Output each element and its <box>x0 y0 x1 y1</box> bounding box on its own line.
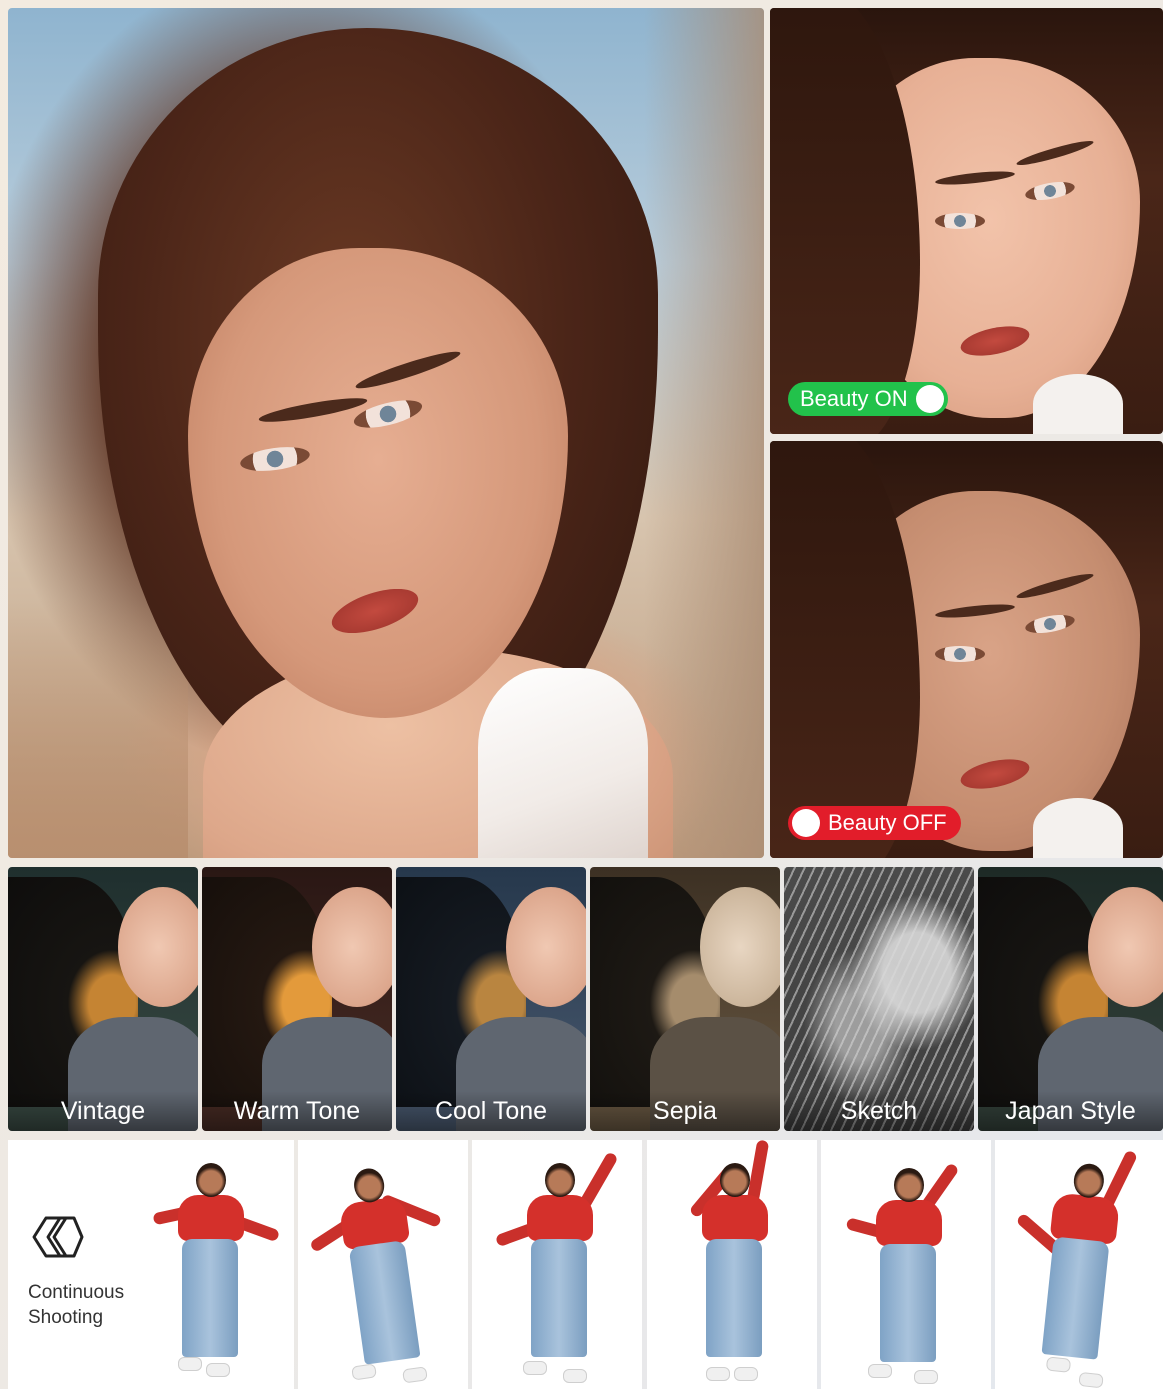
beauty-on-photo <box>770 8 1163 434</box>
girl-face <box>700 887 780 1007</box>
jeans <box>531 1239 587 1357</box>
continuous-shooting-tile: Continuous Shooting <box>8 1140 294 1389</box>
dancer <box>148 1145 281 1385</box>
shoe <box>206 1363 230 1377</box>
jeans <box>706 1239 762 1357</box>
filter-sepia[interactable]: Sepia <box>590 867 780 1131</box>
dancer <box>302 1143 454 1389</box>
shoe <box>178 1357 202 1371</box>
shoe <box>706 1367 730 1381</box>
white-top <box>478 668 648 858</box>
shot-frame <box>472 1140 642 1389</box>
girl-face <box>312 887 392 1007</box>
filter-vintage[interactable]: Vintage <box>8 867 198 1131</box>
arm <box>746 1140 770 1203</box>
head <box>545 1163 575 1197</box>
head <box>720 1163 750 1197</box>
eye <box>935 646 985 662</box>
red-sweater <box>876 1200 942 1246</box>
filter-label: Vintage <box>8 1091 198 1131</box>
red-sweater <box>702 1195 768 1241</box>
hair <box>770 8 920 434</box>
beauty-on-toggle[interactable]: Beauty ON <box>788 382 948 416</box>
shot-frame <box>647 1140 817 1389</box>
girl-face <box>506 887 586 1007</box>
shoe <box>402 1366 428 1384</box>
hair <box>770 441 920 858</box>
shot-frame <box>821 1140 991 1389</box>
shoe <box>868 1364 892 1378</box>
jeans <box>880 1244 936 1362</box>
feature-showcase: Beauty ON Beauty OFF Vintage Warm Tone C… <box>0 0 1163 1389</box>
toggle-knob <box>792 809 820 837</box>
jeans <box>1041 1236 1110 1360</box>
shoe <box>351 1363 377 1381</box>
shoe <box>1078 1371 1104 1389</box>
collar <box>1033 798 1123 858</box>
dancer <box>494 1145 619 1385</box>
shoe <box>734 1367 758 1381</box>
head <box>196 1163 226 1197</box>
shoe <box>1045 1356 1072 1373</box>
collar <box>1033 374 1123 434</box>
background-ruins <box>8 598 188 858</box>
label-line: Continuous <box>28 1282 125 1303</box>
red-sweater <box>527 1195 593 1241</box>
red-sweater <box>178 1195 244 1241</box>
eye <box>935 213 985 229</box>
shoe <box>563 1369 587 1383</box>
main-portrait-photo <box>8 8 764 858</box>
dancer <box>845 1150 966 1389</box>
filter-label: Warm Tone <box>202 1091 392 1131</box>
shot-frame <box>298 1140 468 1389</box>
shot-frame <box>995 1140 1163 1389</box>
dancer <box>1005 1140 1149 1389</box>
dancer <box>672 1140 792 1385</box>
layered-frames-icon <box>32 1216 84 1258</box>
filter-label: Cool Tone <box>396 1091 586 1131</box>
filter-label: Sketch <box>784 1091 974 1131</box>
label-line: Shooting <box>28 1307 104 1328</box>
background-building <box>644 8 764 858</box>
filter-cool-tone[interactable]: Cool Tone <box>396 867 586 1131</box>
girl-face <box>118 887 198 1007</box>
beauty-off-toggle[interactable]: Beauty OFF <box>788 806 961 840</box>
beauty-off-photo <box>770 441 1163 858</box>
filter-label: Sepia <box>590 1091 780 1131</box>
shoe <box>914 1370 938 1384</box>
jeans <box>348 1240 421 1365</box>
toggle-knob <box>915 385 944 413</box>
head <box>894 1168 924 1202</box>
filter-sketch[interactable]: Sketch <box>784 867 974 1131</box>
filter-warm-tone[interactable]: Warm Tone <box>202 867 392 1131</box>
shoe <box>523 1361 547 1375</box>
filter-japan-style[interactable]: Japan Style <box>978 867 1163 1131</box>
jeans <box>182 1239 238 1357</box>
beauty-on-label: Beauty ON <box>800 386 908 411</box>
beauty-off-label: Beauty OFF <box>828 810 947 835</box>
continuous-shooting-label: Continuous Shooting <box>28 1280 148 1330</box>
filter-label: Japan Style <box>978 1091 1163 1131</box>
